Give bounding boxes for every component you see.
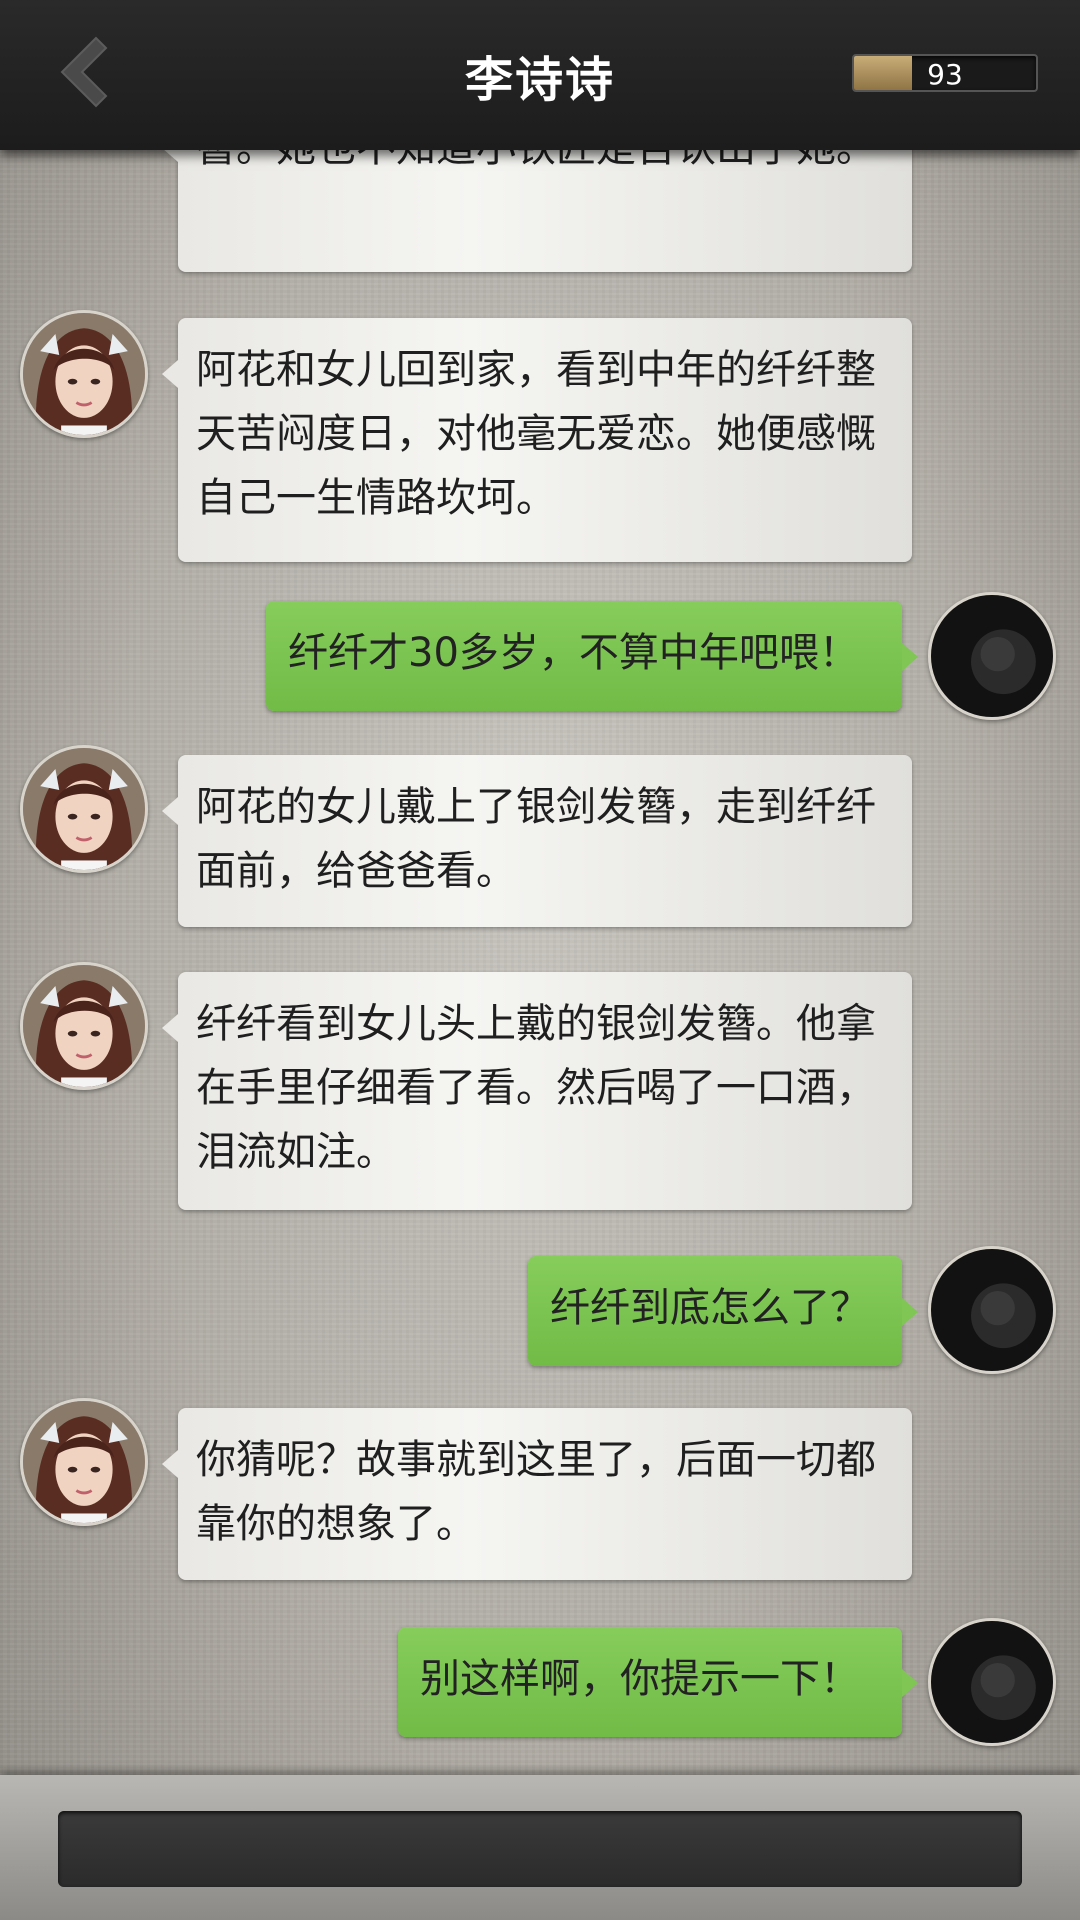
message-text: 你猜呢？故事就到这里了，后面一切都靠你的想象了。 <box>196 1437 876 1547</box>
girl-portrait-icon <box>23 748 145 870</box>
message-text: 别这样啊，你提示一下！ <box>420 1656 860 1702</box>
girl-portrait-icon <box>23 1401 145 1523</box>
contact-avatar[interactable] <box>20 1398 148 1526</box>
outgoing-message-bubble: 别这样啊，你提示一下！ <box>398 1627 918 1737</box>
my-avatar[interactable] <box>928 1246 1056 1374</box>
contact-avatar[interactable] <box>20 310 148 438</box>
message-text: 阿花的女儿戴上了银剑发簪，走到纤纤面前，给爸爸看。 <box>196 784 876 894</box>
energy-value: 93 <box>927 58 963 91</box>
dark-portrait-icon <box>931 1621 1053 1743</box>
outgoing-message-bubble: 纤纤才30多岁，不算中年吧喂！ <box>266 601 918 711</box>
incoming-message-bubble: 你猜呢？故事就到这里了，后面一切都靠你的想象了。 <box>162 1408 912 1580</box>
contact-avatar[interactable] <box>20 745 148 873</box>
message-text: 阿花和女儿回到家，看到中年的纤纤整天苦闷度日，对他毫无爱恋。她便感慨自己一生情路… <box>196 347 876 521</box>
my-avatar[interactable] <box>928 1618 1056 1746</box>
my-avatar[interactable] <box>928 592 1056 720</box>
girl-portrait-icon <box>23 965 145 1087</box>
bottom-bar <box>0 1775 1080 1920</box>
message-text: 纤纤看到女儿头上戴的银剑发簪。他拿在手里仔细看了看。然后喝了一口酒，泪流如注。 <box>196 1001 876 1175</box>
incoming-message-bubble: 纤纤看到女儿头上戴的银剑发簪。他拿在手里仔细看了看。然后喝了一口酒，泪流如注。 <box>162 972 912 1210</box>
message-text: 纤纤到底怎么了？ <box>550 1285 870 1331</box>
chat-area[interactable]: 簪。她也不知道小铁匠是否认出了她。 阿花和女儿回到家，看到中年的纤纤整天苦闷度日… <box>0 0 1080 1775</box>
energy-meter: 93 <box>852 54 1038 92</box>
reply-input-bar[interactable] <box>58 1811 1022 1887</box>
incoming-message-bubble: 阿花的女儿戴上了银剑发簪，走到纤纤面前，给爸爸看。 <box>162 755 912 927</box>
dark-portrait-icon <box>931 1249 1053 1371</box>
incoming-message-bubble: 阿花和女儿回到家，看到中年的纤纤整天苦闷度日，对他毫无爱恋。她便感慨自己一生情路… <box>162 318 912 562</box>
girl-portrait-icon <box>23 313 145 435</box>
top-bar: 李诗诗 93 <box>0 0 1080 150</box>
dark-portrait-icon <box>931 595 1053 717</box>
message-text: 纤纤才30多岁，不算中年吧喂！ <box>288 630 859 676</box>
contact-avatar[interactable] <box>20 962 148 1090</box>
outgoing-message-bubble: 纤纤到底怎么了？ <box>528 1256 918 1366</box>
